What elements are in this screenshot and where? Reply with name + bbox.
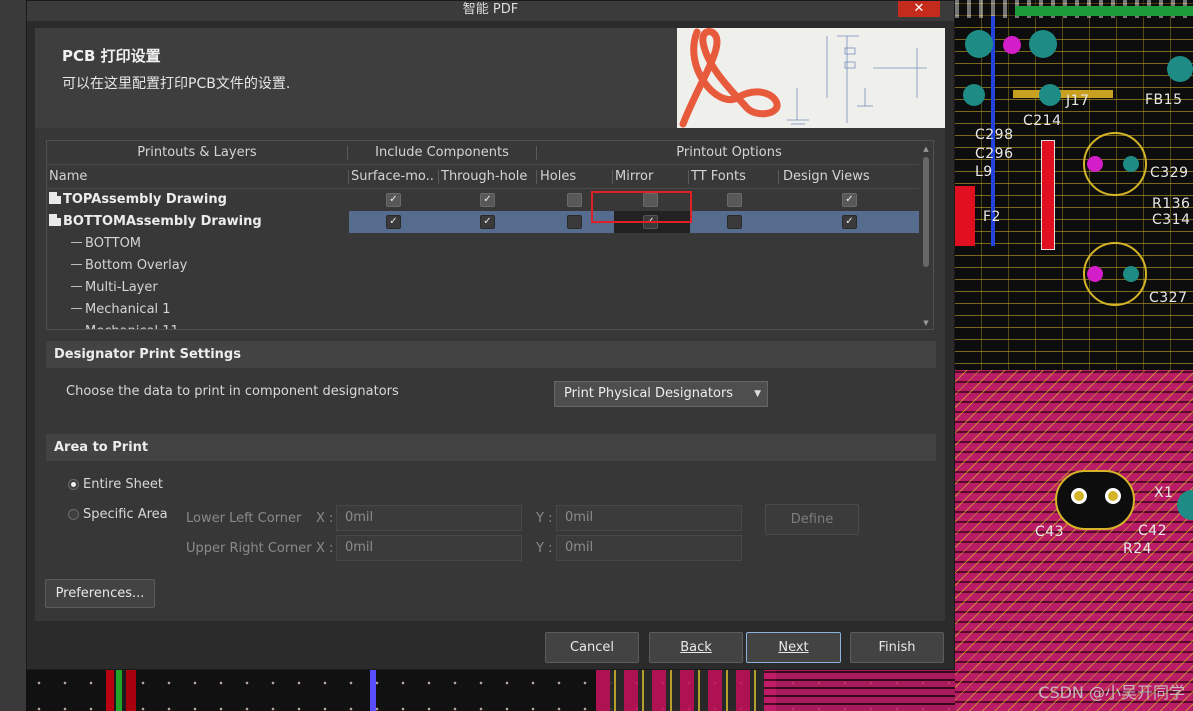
- list-item[interactable]: Mechanical 11: [47, 321, 919, 329]
- entire-sheet-radio[interactable]: [68, 479, 79, 490]
- next-button[interactable]: Next: [746, 632, 841, 663]
- window-title: 智能 PDF: [462, 2, 519, 17]
- col-tt-fonts[interactable]: TT Fonts: [691, 165, 775, 188]
- smart-pdf-dialog: 智能 PDF ✕ PCB 打印设置 可以在这里配置打印PCB文件的设置. Pri…: [26, 0, 955, 670]
- printout-name: TOPAssembly Drawing: [49, 189, 227, 211]
- list-item[interactable]: Bottom Overlay: [47, 255, 919, 277]
- back-button[interactable]: Back: [649, 632, 743, 663]
- pcb-canvas-right: J17 C298 C296 L9 F2 C214 C329 R136 C314 …: [955, 0, 1193, 711]
- group-header-printouts: Printouts & Layers: [137, 145, 257, 160]
- surface-mount-checkbox[interactable]: ✓: [386, 215, 401, 229]
- title-bar: 智能 PDF ✕: [27, 1, 954, 21]
- mirror-cell-editor[interactable]: ✓: [614, 211, 690, 233]
- designator-selected-value: Print Physical Designators: [564, 386, 734, 401]
- holes-checkbox[interactable]: [567, 193, 582, 207]
- area-section-header: Area to Print: [46, 434, 936, 461]
- lower-left-y-label: Y :: [536, 511, 553, 526]
- col-through-hole[interactable]: Through-hole: [441, 165, 533, 188]
- document-icon: [49, 214, 61, 226]
- close-button[interactable]: ✕: [898, 1, 940, 17]
- watermark: CSDN @小吴开同学: [1038, 683, 1185, 702]
- table-column-header: Name Surface-mo... Through-hole Holes Mi…: [47, 165, 919, 189]
- upper-right-y-input[interactable]: 0mil: [556, 535, 742, 561]
- mirror-checkbox[interactable]: ✓: [643, 215, 658, 229]
- wizard-content: Printouts & Layers Include Components Pr…: [35, 128, 945, 621]
- group-header-components: Include Components: [375, 145, 509, 160]
- page-subtitle: 可以在这里配置打印PCB文件的设置.: [62, 76, 291, 92]
- table-row[interactable]: TOPAssembly Drawing ✓ ✓ ✓: [47, 189, 919, 211]
- printout-name: BOTTOMAssembly Drawing: [49, 211, 262, 233]
- layer-name: BOTTOM: [71, 233, 141, 255]
- scrollbar-thumb[interactable]: [923, 157, 929, 267]
- cancel-button[interactable]: Cancel: [545, 632, 639, 663]
- upper-right-x-input[interactable]: 0mil: [336, 535, 522, 561]
- surface-mount-checkbox[interactable]: ✓: [386, 193, 401, 207]
- layer-name: Bottom Overlay: [71, 255, 187, 277]
- upper-right-corner-label: Upper Right Corner: [186, 541, 312, 556]
- editor-left-edge: [0, 0, 26, 711]
- table-row-selected[interactable]: BOTTOMAssembly Drawing ✓ ✓ ✓: [47, 211, 919, 233]
- list-item[interactable]: BOTTOM: [47, 233, 919, 255]
- scroll-up-arrow-icon[interactable]: ▲: [921, 145, 931, 153]
- upper-right-x-label: X :: [316, 541, 334, 556]
- preferences-button[interactable]: Preferences...: [45, 579, 155, 608]
- tt-fonts-checkbox[interactable]: [727, 193, 742, 207]
- through-hole-checkbox[interactable]: ✓: [480, 215, 495, 229]
- scroll-down-arrow-icon[interactable]: ▼: [921, 319, 931, 327]
- col-surface-mount[interactable]: Surface-mo...: [351, 165, 435, 188]
- tt-fonts-checkbox[interactable]: [727, 215, 742, 229]
- design-views-checkbox[interactable]: ✓: [842, 193, 857, 207]
- specific-area-radio[interactable]: [68, 509, 79, 520]
- col-name[interactable]: Name: [49, 165, 339, 188]
- lower-left-y-input[interactable]: 0mil: [556, 505, 742, 531]
- col-design-views[interactable]: Design Views: [783, 165, 913, 188]
- entire-sheet-label[interactable]: Entire Sheet: [83, 477, 163, 492]
- mirror-checkbox[interactable]: [643, 193, 658, 207]
- printouts-layers-table: Printouts & Layers Include Components Pr…: [46, 140, 934, 330]
- designator-section-header: Designator Print Settings: [46, 341, 936, 368]
- wizard-header: PCB 打印设置 可以在这里配置打印PCB文件的设置.: [35, 28, 945, 128]
- group-header-printout-options: Printout Options: [676, 145, 782, 160]
- list-item[interactable]: Mechanical 1: [47, 299, 919, 321]
- designator-description: Choose the data to print in component de…: [66, 384, 399, 399]
- pcb-canvas-bottom: [26, 670, 956, 711]
- document-icon: [49, 192, 61, 204]
- define-button[interactable]: Define: [765, 504, 859, 535]
- finish-button[interactable]: Finish: [850, 632, 944, 663]
- table-group-header: Printouts & Layers Include Components Pr…: [47, 141, 919, 165]
- upper-right-y-label: Y :: [536, 541, 553, 556]
- layer-name: Mechanical 11: [71, 321, 179, 329]
- through-hole-checkbox[interactable]: ✓: [480, 193, 495, 207]
- table-scrollbar[interactable]: ▲ ▼: [921, 145, 931, 327]
- pdf-logo-banner: [677, 28, 945, 128]
- layer-name: Mechanical 1: [71, 299, 171, 321]
- page-title: PCB 打印设置: [62, 47, 161, 65]
- design-views-checkbox[interactable]: ✓: [842, 215, 857, 229]
- designator-dropdown[interactable]: Print Physical Designators ▼: [554, 381, 768, 407]
- lower-left-corner-label: Lower Left Corner: [186, 511, 302, 526]
- chevron-down-icon: ▼: [754, 389, 761, 399]
- col-holes[interactable]: Holes: [540, 165, 610, 188]
- holes-checkbox[interactable]: [567, 215, 582, 229]
- lower-left-x-label: X :: [316, 511, 334, 526]
- lower-left-x-input[interactable]: 0mil: [336, 505, 522, 531]
- specific-area-label[interactable]: Specific Area: [83, 507, 168, 522]
- layer-name: Multi-Layer: [71, 277, 158, 299]
- col-mirror[interactable]: Mirror: [615, 165, 685, 188]
- list-item[interactable]: Multi-Layer: [47, 277, 919, 299]
